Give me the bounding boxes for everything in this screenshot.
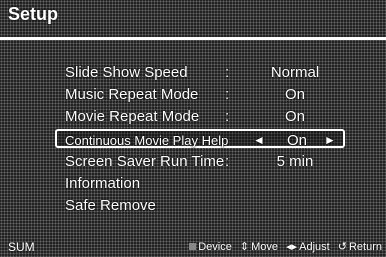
return-arrow-icon: ↺ <box>337 241 347 253</box>
menu-item-label: Continuous Movie Play Help <box>65 133 229 148</box>
menu-item-information[interactable]: Information <box>55 173 345 195</box>
hint-return: ↺ Return <box>338 241 382 253</box>
mode-label: SUM <box>8 240 35 254</box>
menu-item-music-repeat-mode[interactable]: Music Repeat Mode : On <box>55 84 345 106</box>
menu-item-continuous-movie-play-help[interactable]: Continuous Movie Play Help ◄ On ► <box>55 129 345 150</box>
menu-item-label: Movie Repeat Mode <box>65 108 200 125</box>
menu-item-safe-remove[interactable]: Safe Remove <box>55 195 345 217</box>
menu-item-value: On <box>284 86 305 103</box>
hint-adjust-label: Adjust <box>299 241 330 253</box>
left-arrow-icon[interactable]: ◄ <box>253 131 265 150</box>
page-title: Setup <box>8 4 59 24</box>
menu-item-screen-saver-run-time[interactable]: Screen Saver Run Time : 5 min <box>55 151 345 173</box>
menu-item-slide-show-speed[interactable]: Slide Show Speed : Normal <box>55 62 345 84</box>
separator: : <box>225 108 230 125</box>
menu-item-label: Information <box>65 175 141 192</box>
menu-item-label: Slide Show Speed <box>65 64 188 81</box>
hint-adjust: ◂▸ Adjust <box>286 241 330 253</box>
menu-item-value: 5 min <box>276 153 314 170</box>
title-divider <box>0 37 386 40</box>
menu-item-value: On <box>286 132 307 149</box>
right-arrow-icon[interactable]: ► <box>324 131 336 150</box>
hint-device-label: Device <box>198 241 232 253</box>
menu-item-value: Normal <box>270 64 320 81</box>
updown-arrow-icon: ⇕ <box>239 241 250 253</box>
menu-item-label: Screen Saver Run Time <box>65 153 225 170</box>
square-icon <box>189 243 197 250</box>
footer-bar: SUM Device ⇕ Move ◂▸ Adjust ↺ Return <box>0 237 386 257</box>
menu-item-label: Safe Remove <box>65 197 156 214</box>
menu-item-label: Music Repeat Mode <box>65 86 199 103</box>
separator: : <box>225 153 230 170</box>
hint-return-label: Return <box>348 241 382 253</box>
leftright-arrow-icon: ◂▸ <box>286 241 298 253</box>
hint-move-label: Move <box>251 241 278 253</box>
key-hints: Device ⇕ Move ◂▸ Adjust ↺ Return <box>184 237 382 257</box>
hint-move: ⇕ Move <box>240 241 278 253</box>
menu-item-movie-repeat-mode[interactable]: Movie Repeat Mode : On <box>55 106 345 128</box>
separator: : <box>225 86 230 103</box>
menu-item-value: On <box>284 108 305 125</box>
hint-device: Device <box>189 241 232 253</box>
setup-screen: Setup Slide Show Speed : Normal Music Re… <box>0 0 386 257</box>
separator: : <box>225 64 230 81</box>
